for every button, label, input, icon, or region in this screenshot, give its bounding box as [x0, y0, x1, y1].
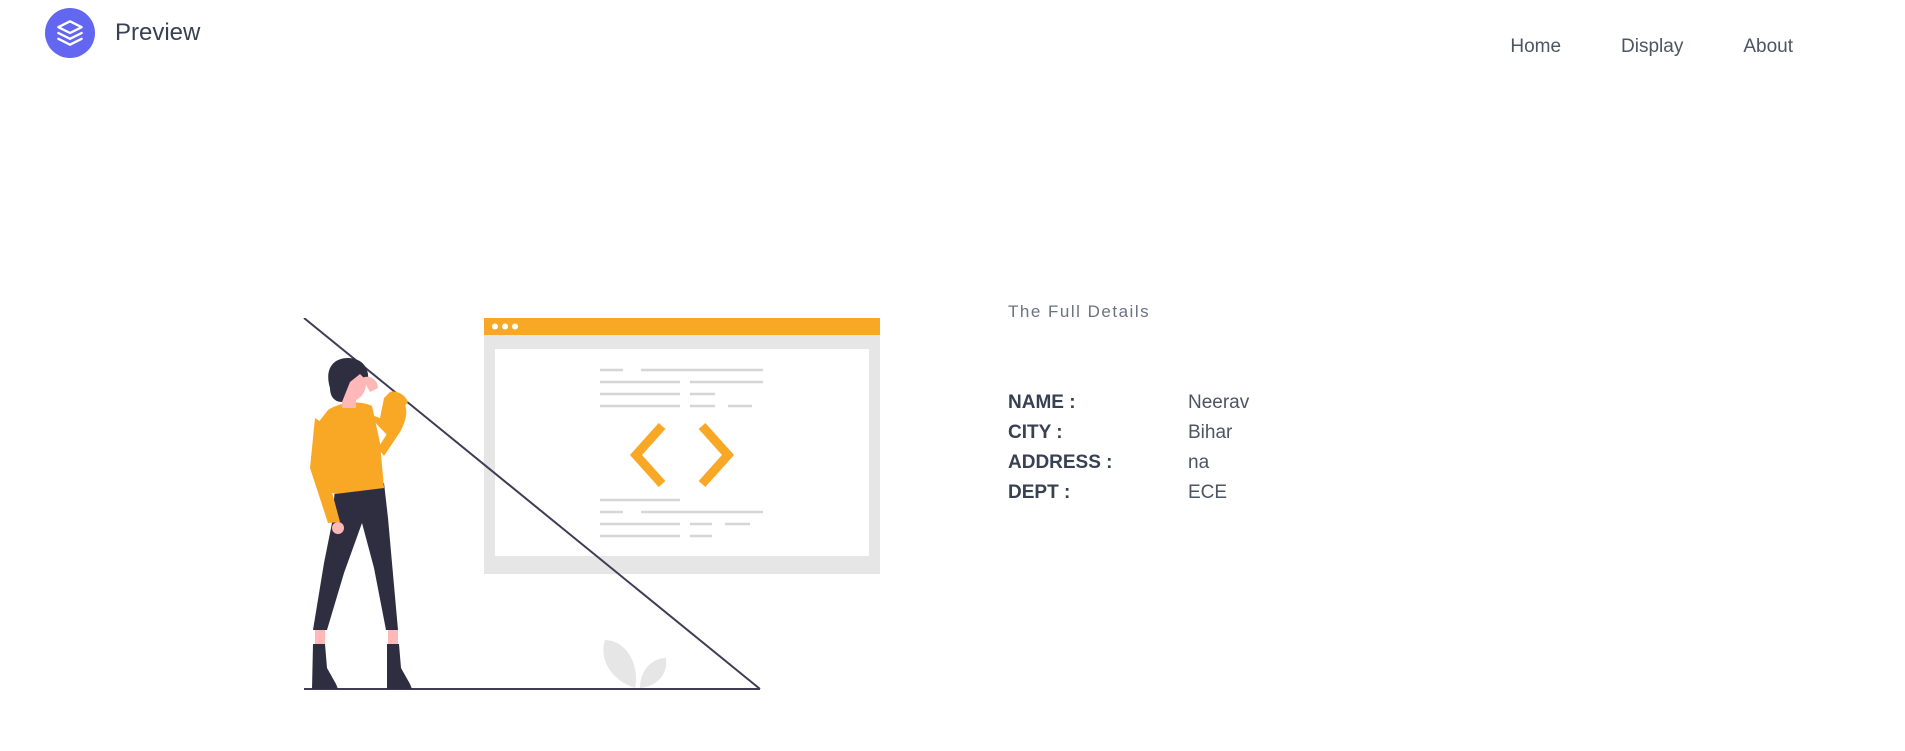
detail-value: ECE	[1188, 482, 1228, 503]
stack-layers-icon	[45, 8, 95, 58]
detail-row-city: CITY : Bihar	[1008, 418, 1249, 448]
developer-code-window-illustration	[300, 317, 880, 692]
main-nav: Home Display About	[1510, 36, 1793, 58]
detail-label: DEPT :	[1008, 482, 1071, 503]
detail-label: ADDRESS :	[1008, 452, 1113, 473]
detail-row-address: ADDRESS : na	[1008, 448, 1249, 478]
nav-display-link[interactable]: Display	[1621, 36, 1683, 58]
detail-label: NAME :	[1008, 392, 1076, 413]
detail-row-name: NAME : Neerav	[1008, 388, 1249, 418]
details-heading: The Full Details	[1008, 302, 1151, 321]
details-section: The Full Details NAME : Neerav CITY : Bi…	[1008, 302, 1249, 508]
detail-label: CITY :	[1008, 422, 1063, 443]
brand-link[interactable]: Preview	[45, 8, 200, 58]
detail-value: Bihar	[1188, 422, 1233, 443]
brand-name: Preview	[115, 19, 201, 46]
nav-about-link[interactable]: About	[1743, 36, 1793, 58]
site-header: Preview Home Display About	[0, 0, 1905, 80]
detail-value: Neerav	[1188, 392, 1250, 413]
detail-value: na	[1188, 452, 1210, 473]
nav-home-link[interactable]: Home	[1510, 36, 1561, 58]
detail-row-dept: DEPT : ECE	[1008, 478, 1249, 508]
